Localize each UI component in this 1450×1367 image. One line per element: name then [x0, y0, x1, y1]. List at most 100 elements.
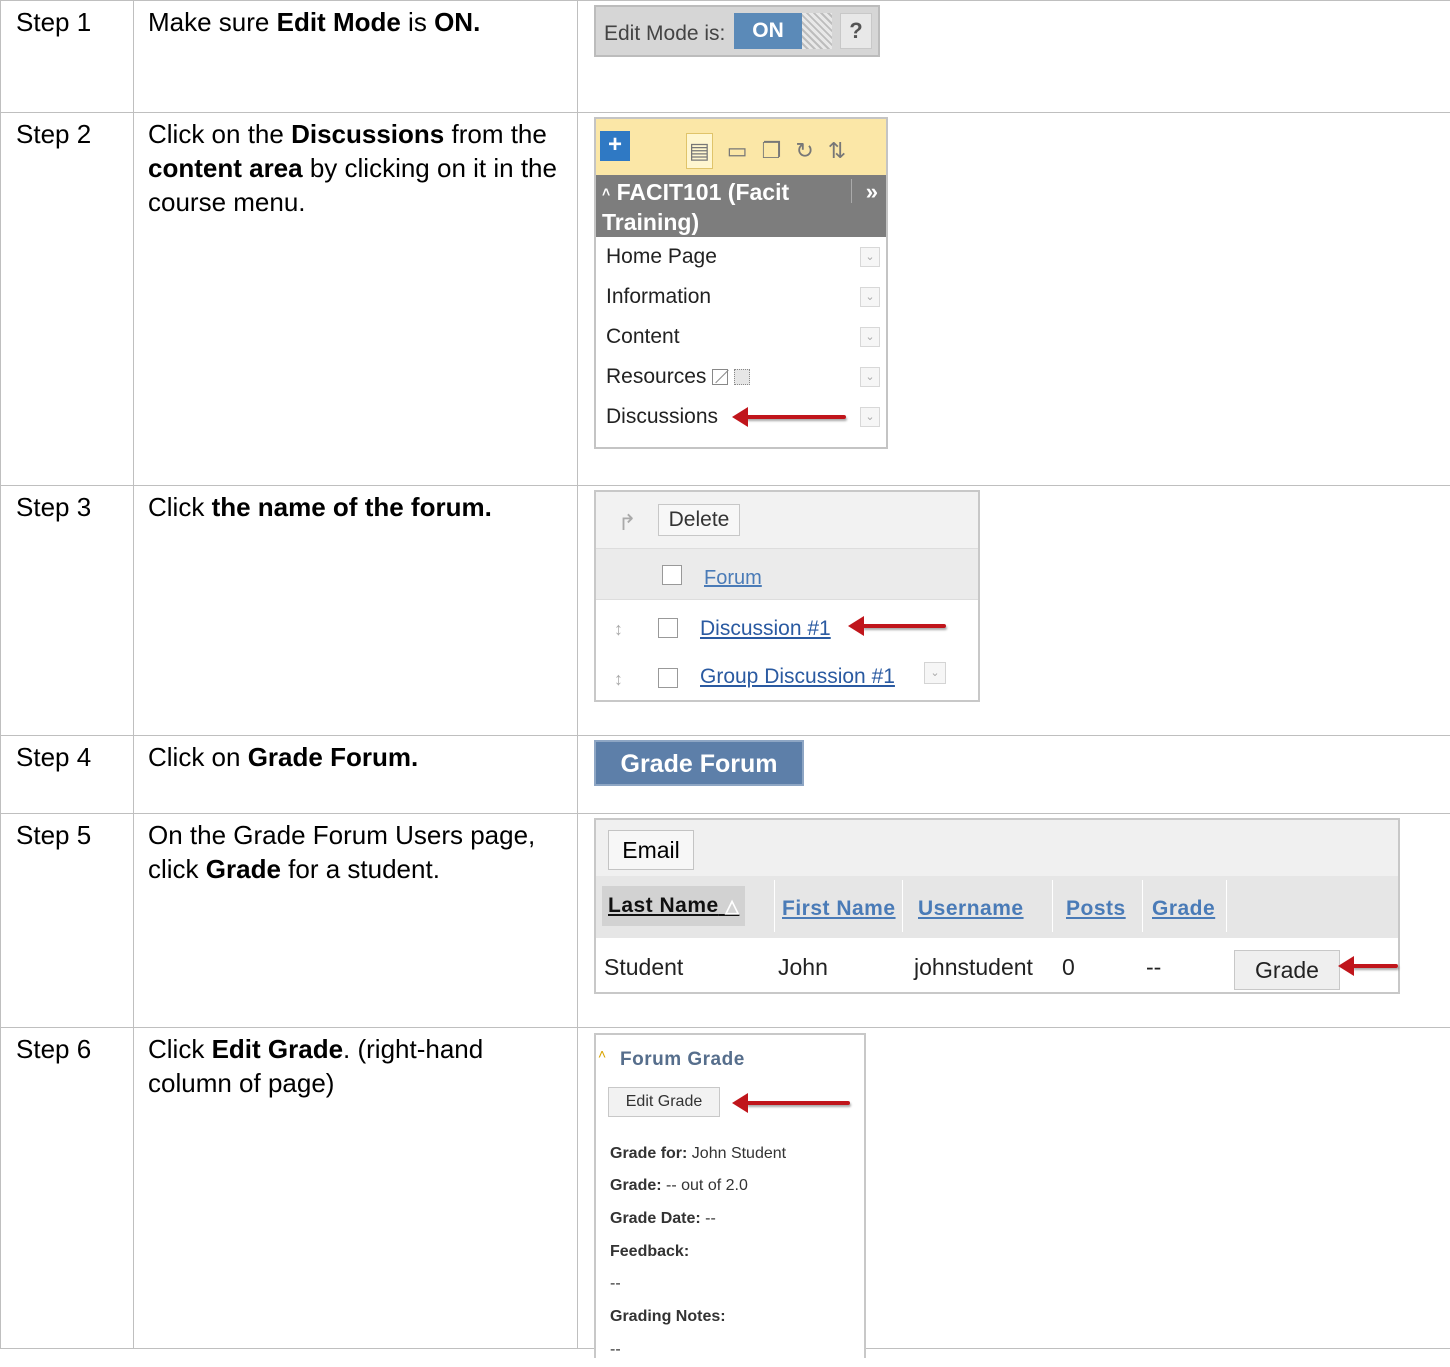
row-checkbox[interactable] [658, 668, 678, 688]
red-arrow-icon [1352, 964, 1398, 968]
cell-grade: -- [1146, 950, 1161, 984]
course-title-bar[interactable]: ˄ FACIT101 (Facit Training) » [596, 175, 886, 237]
grading-notes-label: Grading Notes: [610, 1300, 726, 1334]
forum-grade-panel: ˄ Forum Grade Edit Grade Grade for: John… [594, 1033, 866, 1358]
step-screenshot: Grade Forum [578, 736, 1450, 814]
grading-notes-value: -- [610, 1333, 621, 1367]
chevron-down-icon[interactable]: ⌄ [924, 662, 946, 684]
empty-area-icon [734, 369, 750, 385]
select-all-checkbox[interactable] [662, 565, 682, 585]
hidden-link-icon [712, 369, 728, 385]
header-grade[interactable]: Grade [1152, 892, 1215, 926]
email-button[interactable]: Email [608, 830, 694, 870]
step-label: Step 6 [1, 1028, 134, 1349]
edit-grade-button[interactable]: Edit Grade [608, 1087, 720, 1117]
step-instruction: Click on Grade Forum. [134, 736, 578, 814]
step-row: Step 5 On the Grade Forum Users page, cl… [1, 814, 1450, 1028]
header-first-name[interactable]: First Name [782, 892, 896, 926]
grade-forum-button[interactable]: Grade Forum [594, 740, 804, 786]
chevron-down-icon[interactable]: ⌄ [860, 287, 880, 307]
header-posts[interactable]: Posts [1066, 892, 1126, 926]
window-icon[interactable]: ❐ [762, 134, 796, 168]
step-screenshot: ↱ Delete Forum ↕ Discussion #1 ↕ Group D… [578, 486, 1450, 736]
feedback-value: -- [610, 1267, 621, 1301]
step-instruction: Click on the Discussions from the conten… [134, 113, 578, 486]
chevron-down-icon[interactable]: ⌄ [860, 407, 880, 427]
menu-item-information[interactable]: Information⌄ [596, 277, 886, 317]
forum-column-header[interactable]: Forum [704, 561, 762, 595]
panel-title: Forum Grade [620, 1043, 745, 1077]
sort-up-icon: △ [725, 896, 739, 916]
grade-for-line: Grade for: John Student [610, 1137, 786, 1171]
table-row: ↕ Discussion #1 [596, 600, 978, 650]
cell-first-name: John [778, 950, 828, 984]
grade-button[interactable]: Grade [1234, 950, 1340, 990]
forum-link[interactable]: Group Discussion #1 [700, 660, 895, 694]
menu-item-content[interactable]: Content⌄ [596, 317, 886, 357]
bent-arrow-icon: ↱ [618, 506, 636, 540]
red-arrow-icon [746, 415, 846, 419]
drag-handle-icon[interactable]: ↕ [614, 612, 623, 646]
steps-table: Step 1 Make sure Edit Mode is ON. Edit M… [0, 0, 1450, 1349]
grade-forum-users-table: Email Last Name △ First Name Username Po… [594, 818, 1400, 994]
menu-item-home[interactable]: Home Page⌄ [596, 237, 886, 277]
red-arrow-icon [862, 624, 946, 628]
add-menu-item-button[interactable]: + [600, 131, 630, 161]
step-instruction: Click Edit Grade. (right-hand column of … [134, 1028, 578, 1349]
step-row: Step 1 Make sure Edit Mode is ON. Edit M… [1, 1, 1450, 113]
grade-line: Grade: -- out of 2.0 [610, 1169, 748, 1203]
refresh-icon[interactable]: ↻ [795, 134, 827, 168]
toggle-handle[interactable] [802, 13, 832, 49]
course-menu: + ▤ ▭❐↻⇅ ˄ FACIT101 (Facit Training) » Ho… [594, 117, 888, 449]
edit-mode-on[interactable]: ON [734, 13, 802, 49]
step-label: Step 1 [1, 1, 134, 113]
help-icon[interactable]: ? [840, 13, 872, 49]
feedback-label: Feedback: [610, 1235, 689, 1269]
step-screenshot: Edit Mode is: ON ? [578, 1, 1450, 113]
table-header: Last Name △ First Name Username Posts Gr… [596, 876, 1398, 938]
reorder-icon[interactable]: ⇅ [828, 134, 860, 168]
table-row: Student John johnstudent 0 -- Grade [596, 938, 1398, 994]
edit-mode-toggle[interactable]: Edit Mode is: ON ? [594, 5, 880, 57]
table-row: ↕ Group Discussion #1 ⌄ [596, 650, 978, 700]
step-instruction: On the Grade Forum Users page, click Gra… [134, 814, 578, 1028]
toolbar-icons: ▤ ▭❐↻⇅ [686, 133, 860, 169]
course-title: FACIT101 (Facit Training) [602, 179, 789, 235]
step-screenshot: ˄ Forum Grade Edit Grade Grade for: John… [578, 1028, 1450, 1349]
collapse-chevron-icon: ˄ [602, 184, 610, 200]
forum-link[interactable]: Discussion #1 [700, 612, 831, 646]
collapse-menu-icon[interactable]: » [866, 177, 878, 207]
folder-view-icon[interactable]: ▭ [727, 134, 762, 168]
step-instruction: Click the name of the forum. [134, 486, 578, 736]
list-view-icon[interactable]: ▤ [686, 133, 713, 169]
menu-item-resources[interactable]: Resources⌄ [596, 357, 886, 397]
step-label: Step 5 [1, 814, 134, 1028]
step-row: Step 6 Click Edit Grade. (right-hand col… [1, 1028, 1450, 1349]
step-screenshot: Email Last Name △ First Name Username Po… [578, 814, 1450, 1028]
cell-posts: 0 [1062, 950, 1075, 984]
row-checkbox[interactable] [658, 618, 678, 638]
step-row: Step 4 Click on Grade Forum. Grade Forum [1, 736, 1450, 814]
step-label: Step 2 [1, 113, 134, 486]
drag-handle-icon[interactable]: ↕ [614, 662, 623, 696]
edit-mode-label: Edit Mode is: [604, 17, 725, 51]
menu-toolbar: + ▤ ▭❐↻⇅ [596, 119, 886, 175]
chevron-down-icon[interactable]: ⌄ [860, 367, 880, 387]
header-last-name[interactable]: Last Name △ [602, 886, 745, 926]
step-label: Step 3 [1, 486, 134, 736]
cell-last-name: Student [604, 950, 683, 984]
chevron-down-icon[interactable]: ⌄ [860, 247, 880, 267]
step-row: Step 2 Click on the Discussions from the… [1, 113, 1450, 486]
cell-username: johnstudent [914, 950, 1033, 984]
grade-date-line: Grade Date: -- [610, 1202, 716, 1236]
header-username[interactable]: Username [918, 892, 1024, 926]
menu-item-discussions[interactable]: Discussions⌄ [596, 397, 886, 437]
step-screenshot: + ▤ ▭❐↻⇅ ˄ FACIT101 (Facit Training) » Ho… [578, 113, 1450, 486]
chevron-down-icon[interactable]: ⌄ [860, 327, 880, 347]
red-arrow-icon [746, 1101, 850, 1105]
step-label: Step 4 [1, 736, 134, 814]
collapse-chevron-icon[interactable]: ˄ [598, 1037, 606, 1071]
step-row: Step 3 Click the name of the forum. ↱ De… [1, 486, 1450, 736]
step-instruction: Make sure Edit Mode is ON. [134, 1, 578, 113]
delete-button[interactable]: Delete [658, 504, 740, 536]
